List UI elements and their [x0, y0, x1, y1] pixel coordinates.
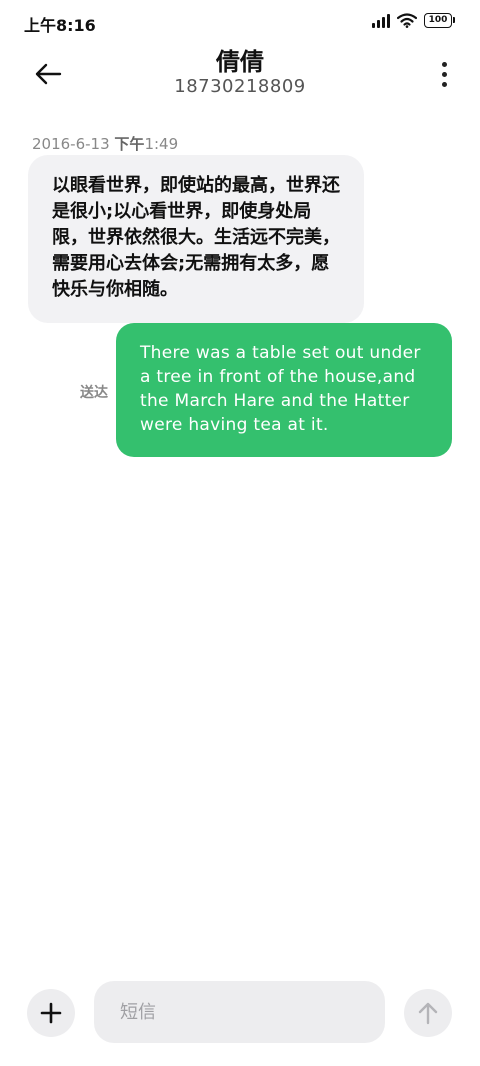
timestamp-period: 下午: [114, 135, 145, 153]
wifi-icon: [397, 13, 417, 28]
more-options-button[interactable]: [432, 54, 456, 94]
battery-icon: 100: [424, 13, 455, 28]
send-button[interactable]: [404, 989, 452, 1037]
timestamp-time: 1:49: [144, 135, 179, 153]
timestamp-date: 2016-6-13: [32, 135, 110, 153]
send-arrow-icon: [418, 1002, 438, 1025]
delivery-status: 送达: [80, 385, 108, 401]
sent-message-bubble[interactable]: There was a table set out under a tree i…: [116, 323, 452, 457]
message-input[interactable]: [94, 981, 385, 1043]
more-vertical-icon: [441, 61, 447, 67]
signal-icon: [372, 13, 390, 28]
contact-phone-number: 18730218809: [174, 76, 306, 97]
status-time: 上午8:16: [24, 16, 96, 35]
conversation-header: 倩倩 18730218809: [0, 44, 480, 104]
plus-icon: [40, 1002, 62, 1024]
received-message-bubble[interactable]: 以眼看世界，即使站的最高，世界还是很小;以心看世界，即使身处局限，世界依然很大。…: [28, 155, 364, 323]
add-attachment-button[interactable]: [27, 989, 75, 1037]
status-bar: 上午8:16 100: [0, 0, 480, 44]
contact-name: 倩倩: [216, 48, 264, 76]
status-icons: 100: [372, 13, 455, 28]
message-composer: [0, 980, 480, 1046]
message-timestamp: 2016-6-13 下午1:49: [32, 133, 178, 154]
